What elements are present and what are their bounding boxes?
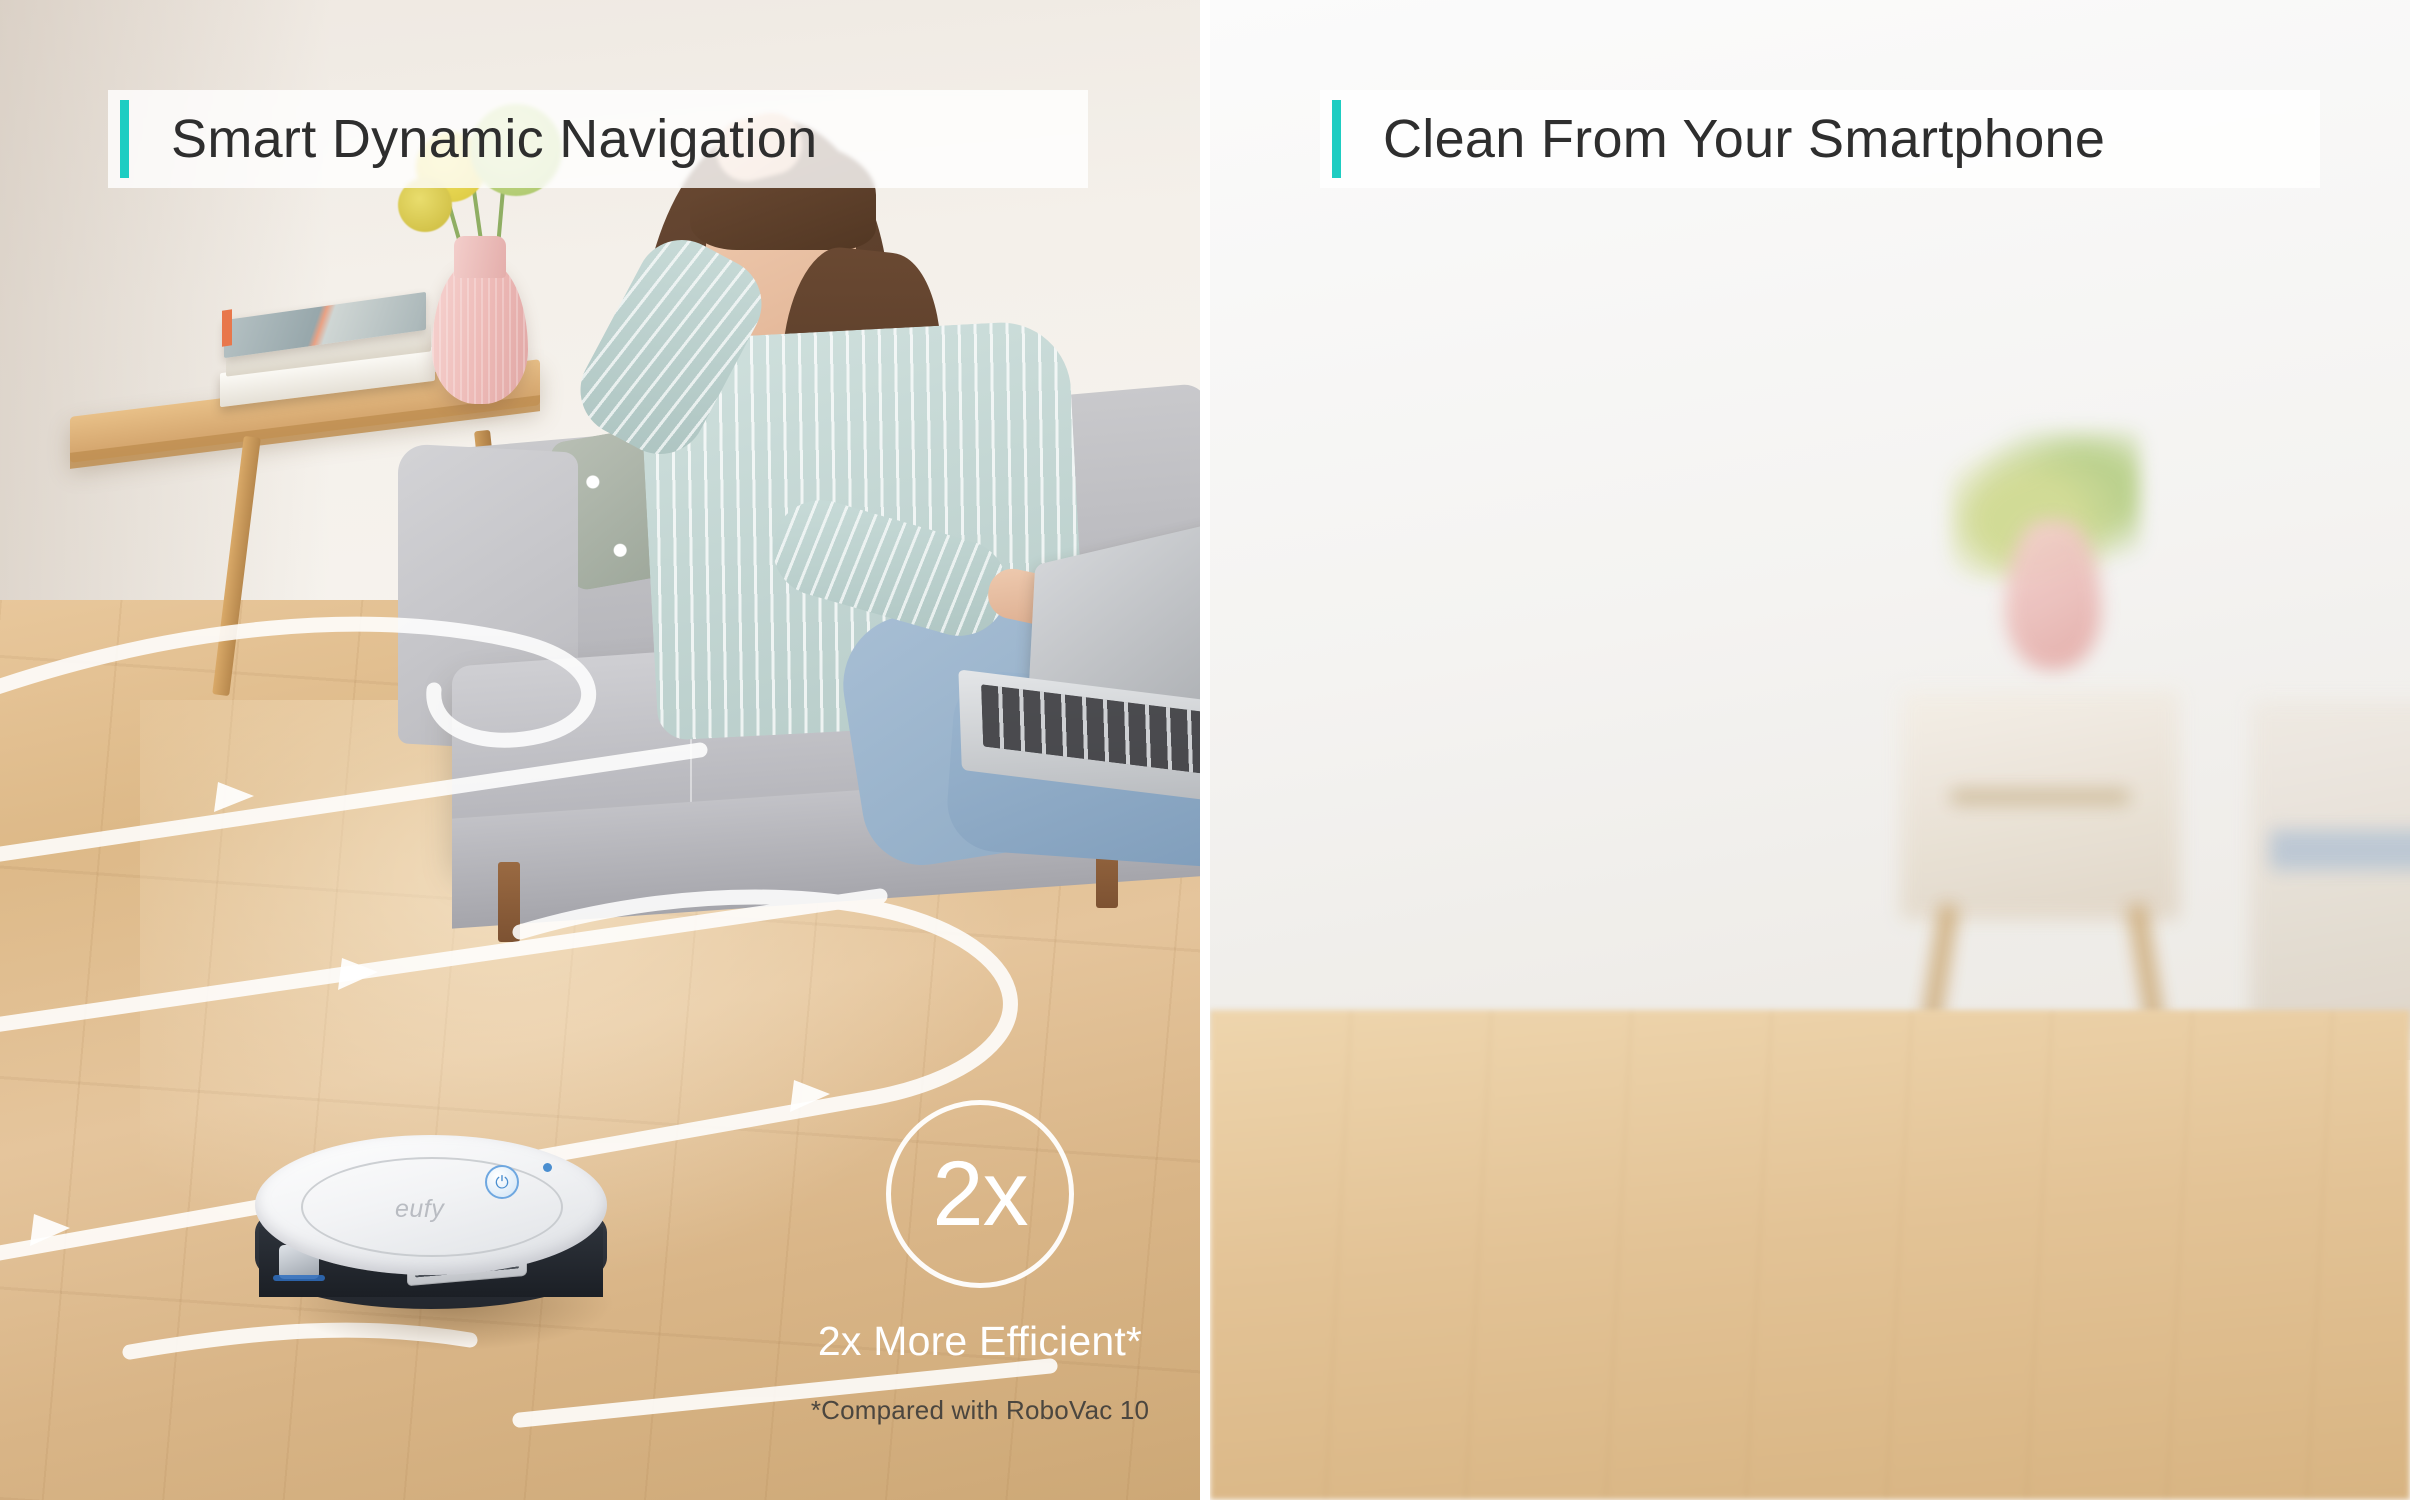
robot-vacuum: eufy ⏻ [255,1135,615,1351]
page-title-left: Smart Dynamic Navigation [171,109,818,169]
blurred-bedding [2270,830,2410,870]
power-button-icon: ⏻ [485,1165,519,1199]
panel-divider [1200,0,1210,1500]
page-title-right: Clean From Your Smartphone [1383,109,2106,169]
efficiency-footnote: *Compared with RoboVac 10 [810,1395,1150,1425]
vacuum-brand-label: eufy [395,1195,445,1223]
panel-smart-dynamic-navigation: eufy ⏻ 2x 2x More Efficient* *Compared w… [0,0,1200,1500]
efficiency-headline: 2x More Efficient* [817,1318,1143,1364]
title-accent-bar [120,100,129,178]
blurred-vase [2005,520,2101,670]
panel-clean-from-your-smartphone: Schedule Spot Cleaning [1210,0,2410,1500]
blurred-drawer-handle [1950,790,2130,804]
blurred-nightstand [1900,690,2180,920]
efficiency-multiplier: 2x [932,1143,1028,1245]
book-spine [222,309,232,347]
flower-vase-neck [454,236,506,278]
efficiency-badge-circle: 2x [886,1100,1074,1288]
panel-title-banner-right: Clean From Your Smartphone [1320,90,2320,188]
lifestyle-photo-right [1210,0,2410,1500]
panel-title-banner-left: Smart Dynamic Navigation [108,90,1088,188]
title-accent-bar [1332,100,1341,178]
vacuum-top-cover: eufy ⏻ [255,1135,607,1275]
status-led-icon [543,1163,552,1172]
efficiency-badge: 2x 2x More Efficient* *Compared with Rob… [800,1100,1160,1426]
flower-vase [432,262,528,404]
wood-floor [1210,1010,2410,1500]
lifestyle-photo-left: eufy ⏻ 2x 2x More Efficient* *Compared w… [0,0,1200,1500]
product-feature-banner: eufy ⏻ 2x 2x More Efficient* *Compared w… [0,0,2410,1500]
